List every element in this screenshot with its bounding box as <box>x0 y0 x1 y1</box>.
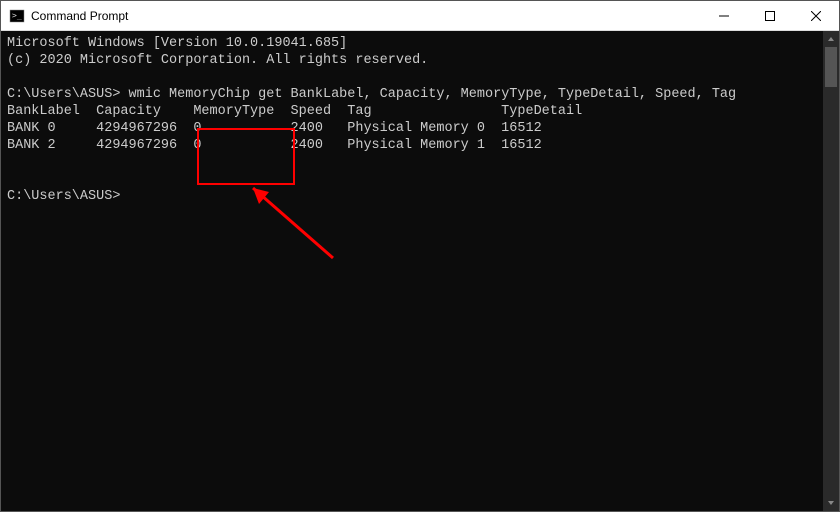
close-button[interactable] <box>793 1 839 30</box>
minimize-button[interactable] <box>701 1 747 30</box>
scroll-down-icon[interactable] <box>823 495 839 511</box>
terminal-content[interactable]: Microsoft Windows [Version 10.0.19041.68… <box>1 31 823 511</box>
table-row: BANK 0 4294967296 0 2400 Physical Memory… <box>7 120 817 137</box>
cursor <box>129 189 137 204</box>
maximize-button[interactable] <box>747 1 793 30</box>
blank-line <box>7 69 817 86</box>
scrollbar-thumb[interactable] <box>825 47 837 87</box>
command-text: wmic MemoryChip get BankLabel, Capacity,… <box>129 87 737 102</box>
table-row: BANK 2 4294967296 0 2400 Physical Memory… <box>7 137 817 154</box>
vertical-scrollbar[interactable] <box>823 31 839 511</box>
command-prompt-window: >_ Command Prompt Microsoft Windows [Ver… <box>0 0 840 512</box>
prompt-path: C:\Users\ASUS> <box>7 189 120 204</box>
svg-text:>_: >_ <box>12 11 22 20</box>
prompt-path: C:\Users\ASUS> <box>7 87 120 102</box>
command-line-1: C:\Users\ASUS> wmic MemoryChip get BankL… <box>7 86 817 103</box>
app-icon: >_ <box>9 8 25 24</box>
scroll-up-icon[interactable] <box>823 31 839 47</box>
blank-line <box>7 154 817 171</box>
copyright-line: (c) 2020 Microsoft Corporation. All righ… <box>7 52 817 69</box>
window-controls <box>701 1 839 30</box>
titlebar[interactable]: >_ Command Prompt <box>1 1 839 31</box>
terminal-area: Microsoft Windows [Version 10.0.19041.68… <box>1 31 839 511</box>
window-title: Command Prompt <box>31 9 701 23</box>
command-line-2: C:\Users\ASUS> <box>7 188 817 205</box>
version-line: Microsoft Windows [Version 10.0.19041.68… <box>7 35 817 52</box>
table-header: BankLabel Capacity MemoryType Speed Tag … <box>7 103 817 120</box>
blank-line <box>7 171 817 188</box>
